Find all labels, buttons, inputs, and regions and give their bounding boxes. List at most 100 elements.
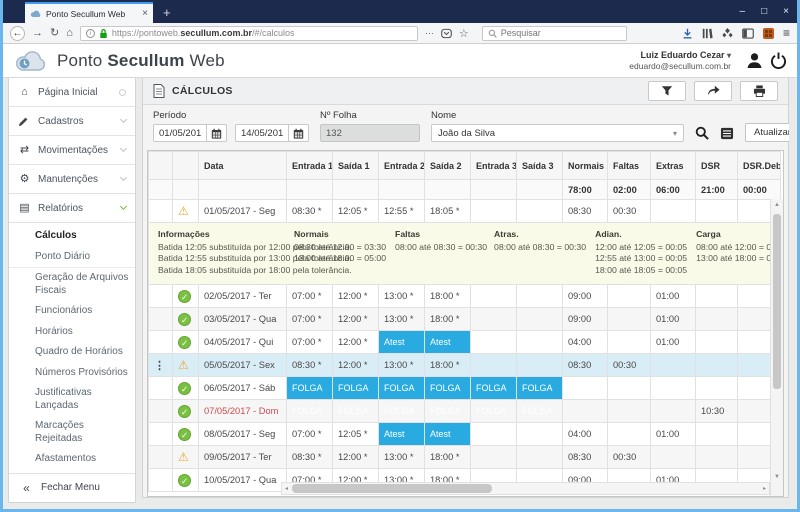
sidebar-item-numeros-provisorios[interactable]: Números Provisórios	[9, 363, 135, 384]
sidebar: ⌂ Página Inicial Cadastros ⇄ Movimentaçõ…	[8, 78, 136, 503]
calculations-table-panel: Data Entrada 1 Saída 1 Entrada 2 Saída 2…	[147, 150, 784, 497]
atestado-cell[interactable]: Atest	[425, 423, 471, 446]
horizontal-scrollbar[interactable]: ◂ ▸	[281, 482, 770, 495]
vertical-scrollbar[interactable]: ▲ ▼	[770, 199, 783, 496]
extension-icon[interactable]	[763, 28, 774, 39]
page-info-icon[interactable]: i	[86, 29, 95, 38]
atestado-cell[interactable]: Atest	[379, 331, 425, 354]
search-magnifier-icon	[488, 29, 497, 38]
scroll-right-icon[interactable]: ▸	[763, 485, 766, 492]
sidebar-item-pagina-inicial[interactable]: ⌂ Página Inicial	[9, 78, 135, 107]
vertical-scroll-thumb[interactable]	[773, 214, 781, 389]
bookmark-star-icon[interactable]: ☆	[459, 27, 469, 40]
sidebar-item-manutencoes[interactable]: ⚙ Manutenções	[9, 165, 135, 194]
window-close-button[interactable]: ×	[783, 6, 789, 17]
atestado-cell[interactable]: Atest	[425, 331, 471, 354]
date-from-input[interactable]	[153, 124, 207, 142]
tab-close-icon[interactable]: ×	[142, 8, 148, 19]
highlights-gem-icon[interactable]	[722, 28, 733, 39]
chevron-down-icon	[120, 203, 127, 210]
scroll-down-icon[interactable]: ▼	[771, 474, 783, 480]
folga-cell[interactable]: FOLGA	[287, 400, 333, 423]
hamburger-menu-icon[interactable]: ≡	[783, 26, 790, 40]
atualizar-button[interactable]: Atualizar	[745, 123, 789, 142]
date-to-input[interactable]	[235, 124, 289, 142]
sidebar-item-ponto-diario[interactable]: Ponto Diário	[9, 247, 135, 268]
date-cell: 06/05/2017 - Sáb	[199, 377, 287, 400]
date-cell: 05/05/2017 - Sex	[199, 354, 287, 377]
employee-search-button[interactable]	[695, 124, 709, 142]
swap-arrows-icon: ⇄	[18, 145, 31, 156]
url-bar[interactable]: i https://pontoweb.secullum.com.br/#/cal…	[80, 26, 418, 41]
pocket-icon[interactable]	[441, 28, 452, 39]
new-tab-button[interactable]: +	[163, 3, 171, 23]
folga-cell[interactable]: FOLGA	[287, 377, 333, 400]
print-button[interactable]	[740, 81, 778, 101]
calendar-icon[interactable]	[289, 124, 309, 142]
browser-tab[interactable]: Ponto Secullum Web ×	[25, 2, 153, 23]
periodo-label: Período	[153, 110, 309, 121]
folga-cell[interactable]: FOLGA	[517, 377, 563, 400]
sidebars-icon[interactable]	[742, 28, 754, 39]
folga-cell[interactable]: FOLGA	[379, 400, 425, 423]
row-menu-kebab-icon[interactable]: ⋮	[154, 360, 165, 372]
sidebar-item-funcionarios[interactable]: Funcionários	[9, 301, 135, 322]
folga-cell[interactable]: FOLGA	[425, 400, 471, 423]
reload-button[interactable]: ↻	[50, 28, 59, 39]
library-icon[interactable]	[702, 28, 713, 39]
search-input[interactable]	[501, 28, 621, 38]
folga-cell[interactable]: FOLGA	[333, 400, 379, 423]
window-minimize-button[interactable]: –	[740, 6, 746, 17]
date-cell: 09/05/2017 - Ter	[199, 446, 287, 469]
forward-button[interactable]: →	[32, 28, 43, 39]
table-row: ✓ 03/05/2017 - Qua 07:00 * 12:00 * 13:00…	[149, 308, 781, 331]
filter-button[interactable]	[648, 81, 686, 101]
search-bar[interactable]	[482, 26, 627, 41]
logout-power-icon[interactable]	[770, 52, 787, 69]
sidebar-item-justificativas[interactable]: Justificativas Lançadas	[9, 383, 135, 416]
sidebar-item-calculos[interactable]: Cálculos	[9, 226, 135, 247]
folga-cell[interactable]: FOLGA	[333, 377, 379, 400]
sidebar-item-quadro-horarios[interactable]: Quadro de Horários	[9, 342, 135, 363]
home-button[interactable]: ⌂	[66, 28, 73, 39]
user-menu[interactable]: Luiz Eduardo Cezar ▾ eduardo@secullum.co…	[629, 50, 731, 72]
folga-cell[interactable]: FOLGA	[471, 400, 517, 423]
sidebar-item-cadastros[interactable]: Cadastros	[9, 107, 135, 136]
window-maximize-button[interactable]: □	[761, 6, 767, 17]
warning-icon: ⚠	[178, 204, 189, 218]
sidebar-item-relatorios[interactable]: ▤ Relatórios	[9, 194, 135, 223]
sidebar-item-geracao-arquivos[interactable]: Geração de Arquivos Fiscais	[9, 267, 135, 301]
folga-cell[interactable]: FOLGA	[517, 400, 563, 423]
employee-list-button[interactable]	[720, 124, 734, 142]
nome-select[interactable]: João da Silva ▾	[431, 124, 684, 142]
folga-cell[interactable]: FOLGA	[379, 377, 425, 400]
page-actions-icon[interactable]: ···	[425, 28, 434, 38]
download-icon[interactable]	[682, 28, 693, 39]
info-adiantamentos: Adian.12:00 até 12:05 = 00:0512:55 até 1…	[595, 229, 687, 276]
folga-cell[interactable]: FOLGA	[471, 377, 517, 400]
sidebar-item-marcacoes-rejeitadas[interactable]: Marcações Rejeitadas	[9, 416, 135, 449]
chevron-down-icon	[120, 174, 127, 181]
user-profile-icon[interactable]	[746, 52, 763, 69]
scroll-left-icon[interactable]: ◂	[285, 485, 288, 492]
atestado-cell[interactable]: Atest	[379, 423, 425, 446]
calendar-icon[interactable]	[207, 124, 227, 142]
success-check-icon: ✓	[178, 336, 191, 349]
close-menu-button[interactable]: « Fechar Menu	[9, 474, 135, 502]
table-row: ✓ 02/05/2017 - Ter 07:00 * 12:00 * 13:00…	[149, 285, 781, 308]
horizontal-scroll-thumb[interactable]	[292, 484, 492, 493]
scroll-up-icon[interactable]: ▲	[771, 202, 783, 208]
folga-cell[interactable]: FOLGA	[425, 377, 471, 400]
back-button[interactable]: ←	[10, 26, 25, 41]
share-arrow-icon	[707, 85, 720, 97]
browser-window: Ponto Secullum Web × + – □ × ← → ↻ ⌂ i h…	[0, 0, 800, 512]
sidebar-item-horarios[interactable]: Horários	[9, 322, 135, 343]
tab-favicon-cloud-icon	[30, 10, 42, 18]
table-row: ✓ 06/05/2017 - Sáb FOLGA FOLGA FOLGA FOL…	[149, 377, 781, 400]
header-row: Data Entrada 1 Saída 1 Entrada 2 Saída 2…	[149, 152, 781, 180]
table-row: ⚠ 09/05/2017 - Ter 08:30 * 12:00 * 13:00…	[149, 446, 781, 469]
info-normais: Normais08:30 até 12:00 = 03:3013:00 até …	[294, 229, 386, 265]
sidebar-item-movimentacoes[interactable]: ⇄ Movimentações	[9, 136, 135, 165]
export-button[interactable]	[694, 81, 732, 101]
sidebar-item-afastamentos[interactable]: Afastamentos	[9, 449, 135, 470]
